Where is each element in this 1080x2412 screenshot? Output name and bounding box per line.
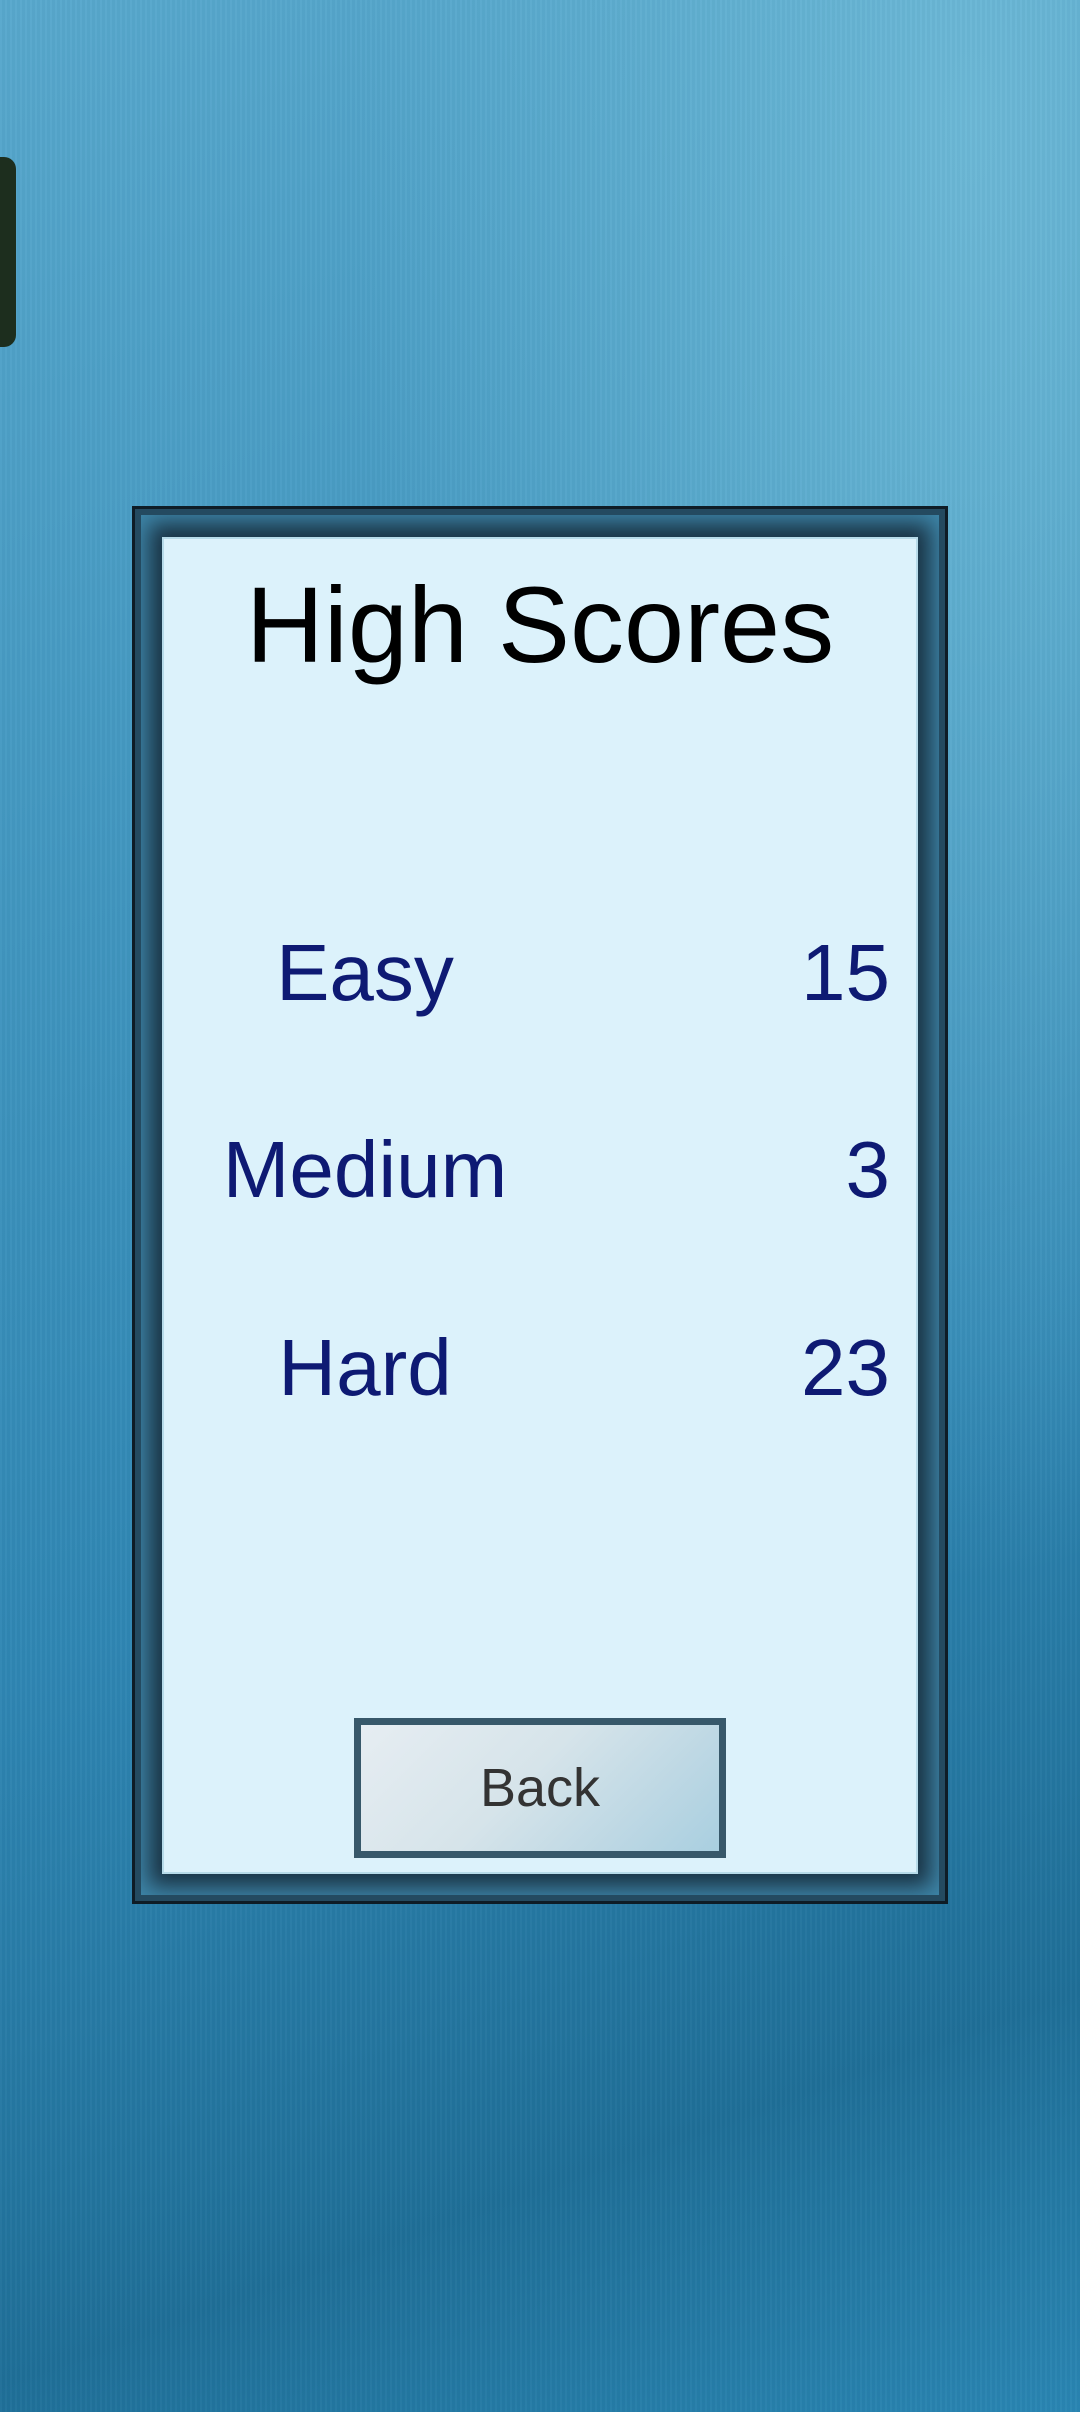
score-value-hard: 23 — [801, 1323, 890, 1412]
page-title: High Scores — [245, 564, 835, 685]
back-button-label: Back — [479, 1758, 601, 1818]
score-value-easy: 15 — [801, 928, 890, 1017]
back-button[interactable]: Back — [354, 1718, 726, 1858]
score-label-medium: Medium — [222, 1125, 508, 1214]
score-label-hard: Hard — [278, 1323, 452, 1412]
side-drawer-tab[interactable] — [0, 157, 16, 347]
score-value-medium: 3 — [845, 1125, 891, 1214]
score-label-easy: Easy — [276, 928, 454, 1017]
high-scores-screen: High Scores Easy 15 Medium 3 Hard 23 Bac… — [0, 0, 1080, 2412]
